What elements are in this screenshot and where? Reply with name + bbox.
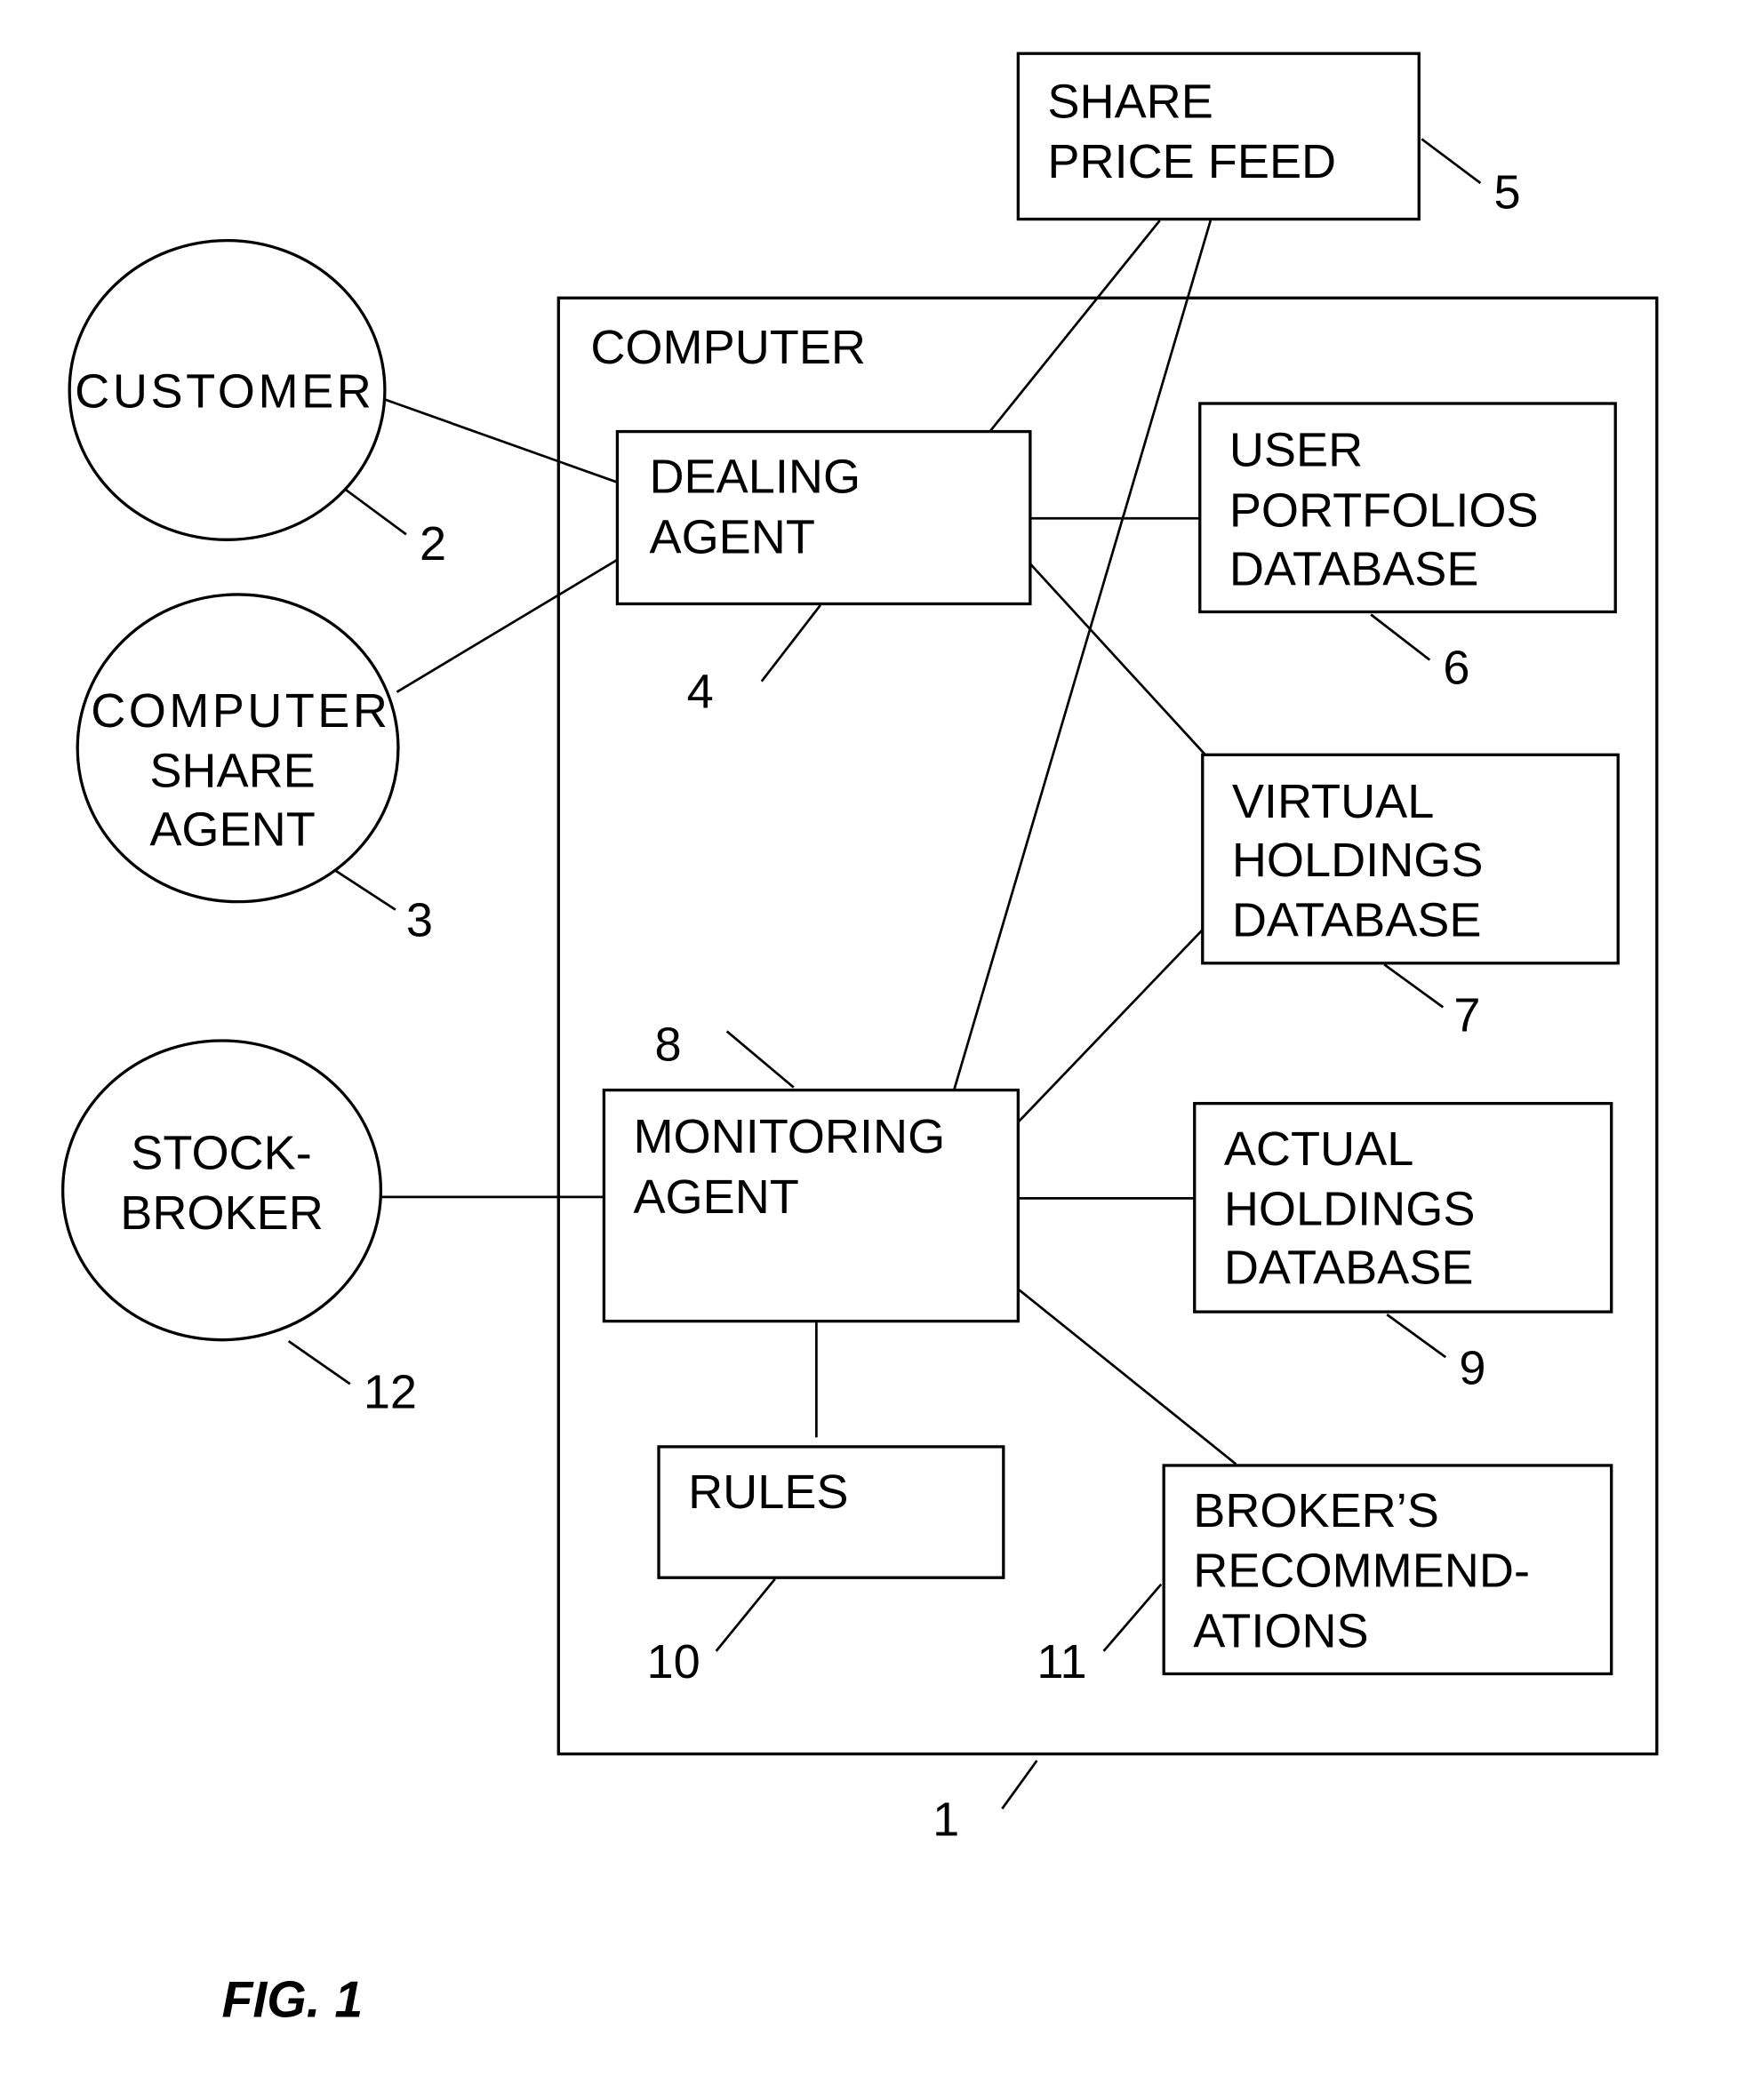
upd-label-line3: DATABASE bbox=[1229, 542, 1479, 595]
vhd-label-line1: VIRTUAL bbox=[1232, 775, 1435, 828]
br-label-line3: ATIONS bbox=[1193, 1604, 1368, 1657]
customer-node: CUSTOMER 2 bbox=[68, 238, 446, 571]
figure-caption: FIG. 1 bbox=[222, 1972, 364, 2029]
monitoring-agent-label-line2: AGENT bbox=[633, 1170, 798, 1224]
leader-3 bbox=[333, 868, 396, 911]
vhd-label-line2: HOLDINGS bbox=[1232, 834, 1484, 887]
dealing-agent-label-line2: AGENT bbox=[649, 510, 814, 563]
ref-7: 7 bbox=[1453, 988, 1480, 1042]
ref-5: 5 bbox=[1493, 166, 1520, 220]
share-price-feed-label-line2: PRICE FEED bbox=[1047, 135, 1336, 188]
ref-2: 2 bbox=[420, 517, 446, 571]
br-label-line2: RECOMMEND- bbox=[1193, 1545, 1530, 1598]
system-diagram: COMPUTER SHARE PRICE FEED 5 CUSTOMER 2 C… bbox=[60, 52, 1659, 2029]
csa-label-line3: AGENT bbox=[149, 803, 315, 857]
dealing-agent-label-line1: DEALING bbox=[649, 451, 860, 504]
leader-12 bbox=[287, 1340, 351, 1385]
ref-9: 9 bbox=[1459, 1341, 1485, 1394]
upd-label-line2: PORTFOLIOS bbox=[1229, 483, 1539, 537]
ahd-label-line3: DATABASE bbox=[1224, 1242, 1474, 1295]
ahd-label-line2: HOLDINGS bbox=[1224, 1182, 1476, 1235]
stockbroker-label-line1: STOCK- bbox=[131, 1126, 311, 1179]
vhd-label-line3: DATABASE bbox=[1232, 894, 1482, 947]
ref-8: 8 bbox=[655, 1018, 682, 1072]
computer-share-agent-node: COMPUTER SHARE AGENT 3 bbox=[76, 593, 433, 947]
ref-3: 3 bbox=[406, 894, 433, 947]
upd-label-line1: USER bbox=[1229, 424, 1363, 477]
leader-2 bbox=[343, 488, 407, 536]
rules-label: RULES bbox=[688, 1465, 848, 1519]
ref-11: 11 bbox=[1037, 1635, 1086, 1689]
ref-1: 1 bbox=[933, 1793, 959, 1846]
ref-12: 12 bbox=[364, 1365, 417, 1418]
monitoring-agent-label-line1: MONITORING bbox=[633, 1110, 945, 1163]
ref-10: 10 bbox=[646, 1635, 700, 1689]
share-price-feed-label-line1: SHARE bbox=[1047, 75, 1213, 128]
csa-label-line2: SHARE bbox=[149, 744, 315, 797]
share-price-feed-node: SHARE PRICE FEED 5 bbox=[1016, 52, 1521, 221]
leader-1 bbox=[1001, 1760, 1038, 1810]
leader-5 bbox=[1421, 138, 1482, 185]
ahd-label-line1: ACTUAL bbox=[1224, 1122, 1413, 1176]
stockbroker-node: STOCK- BROKER 12 bbox=[60, 1039, 417, 1418]
csa-label-line1: COMPUTER bbox=[91, 684, 388, 738]
br-label-line1: BROKER’S bbox=[1193, 1484, 1439, 1537]
computer-label: COMPUTER bbox=[590, 321, 866, 374]
ref-4: 4 bbox=[687, 666, 714, 719]
customer-label: CUSTOMER bbox=[75, 365, 372, 419]
stockbroker-label-line2: BROKER bbox=[120, 1186, 324, 1240]
ref-6: 6 bbox=[1443, 642, 1469, 695]
